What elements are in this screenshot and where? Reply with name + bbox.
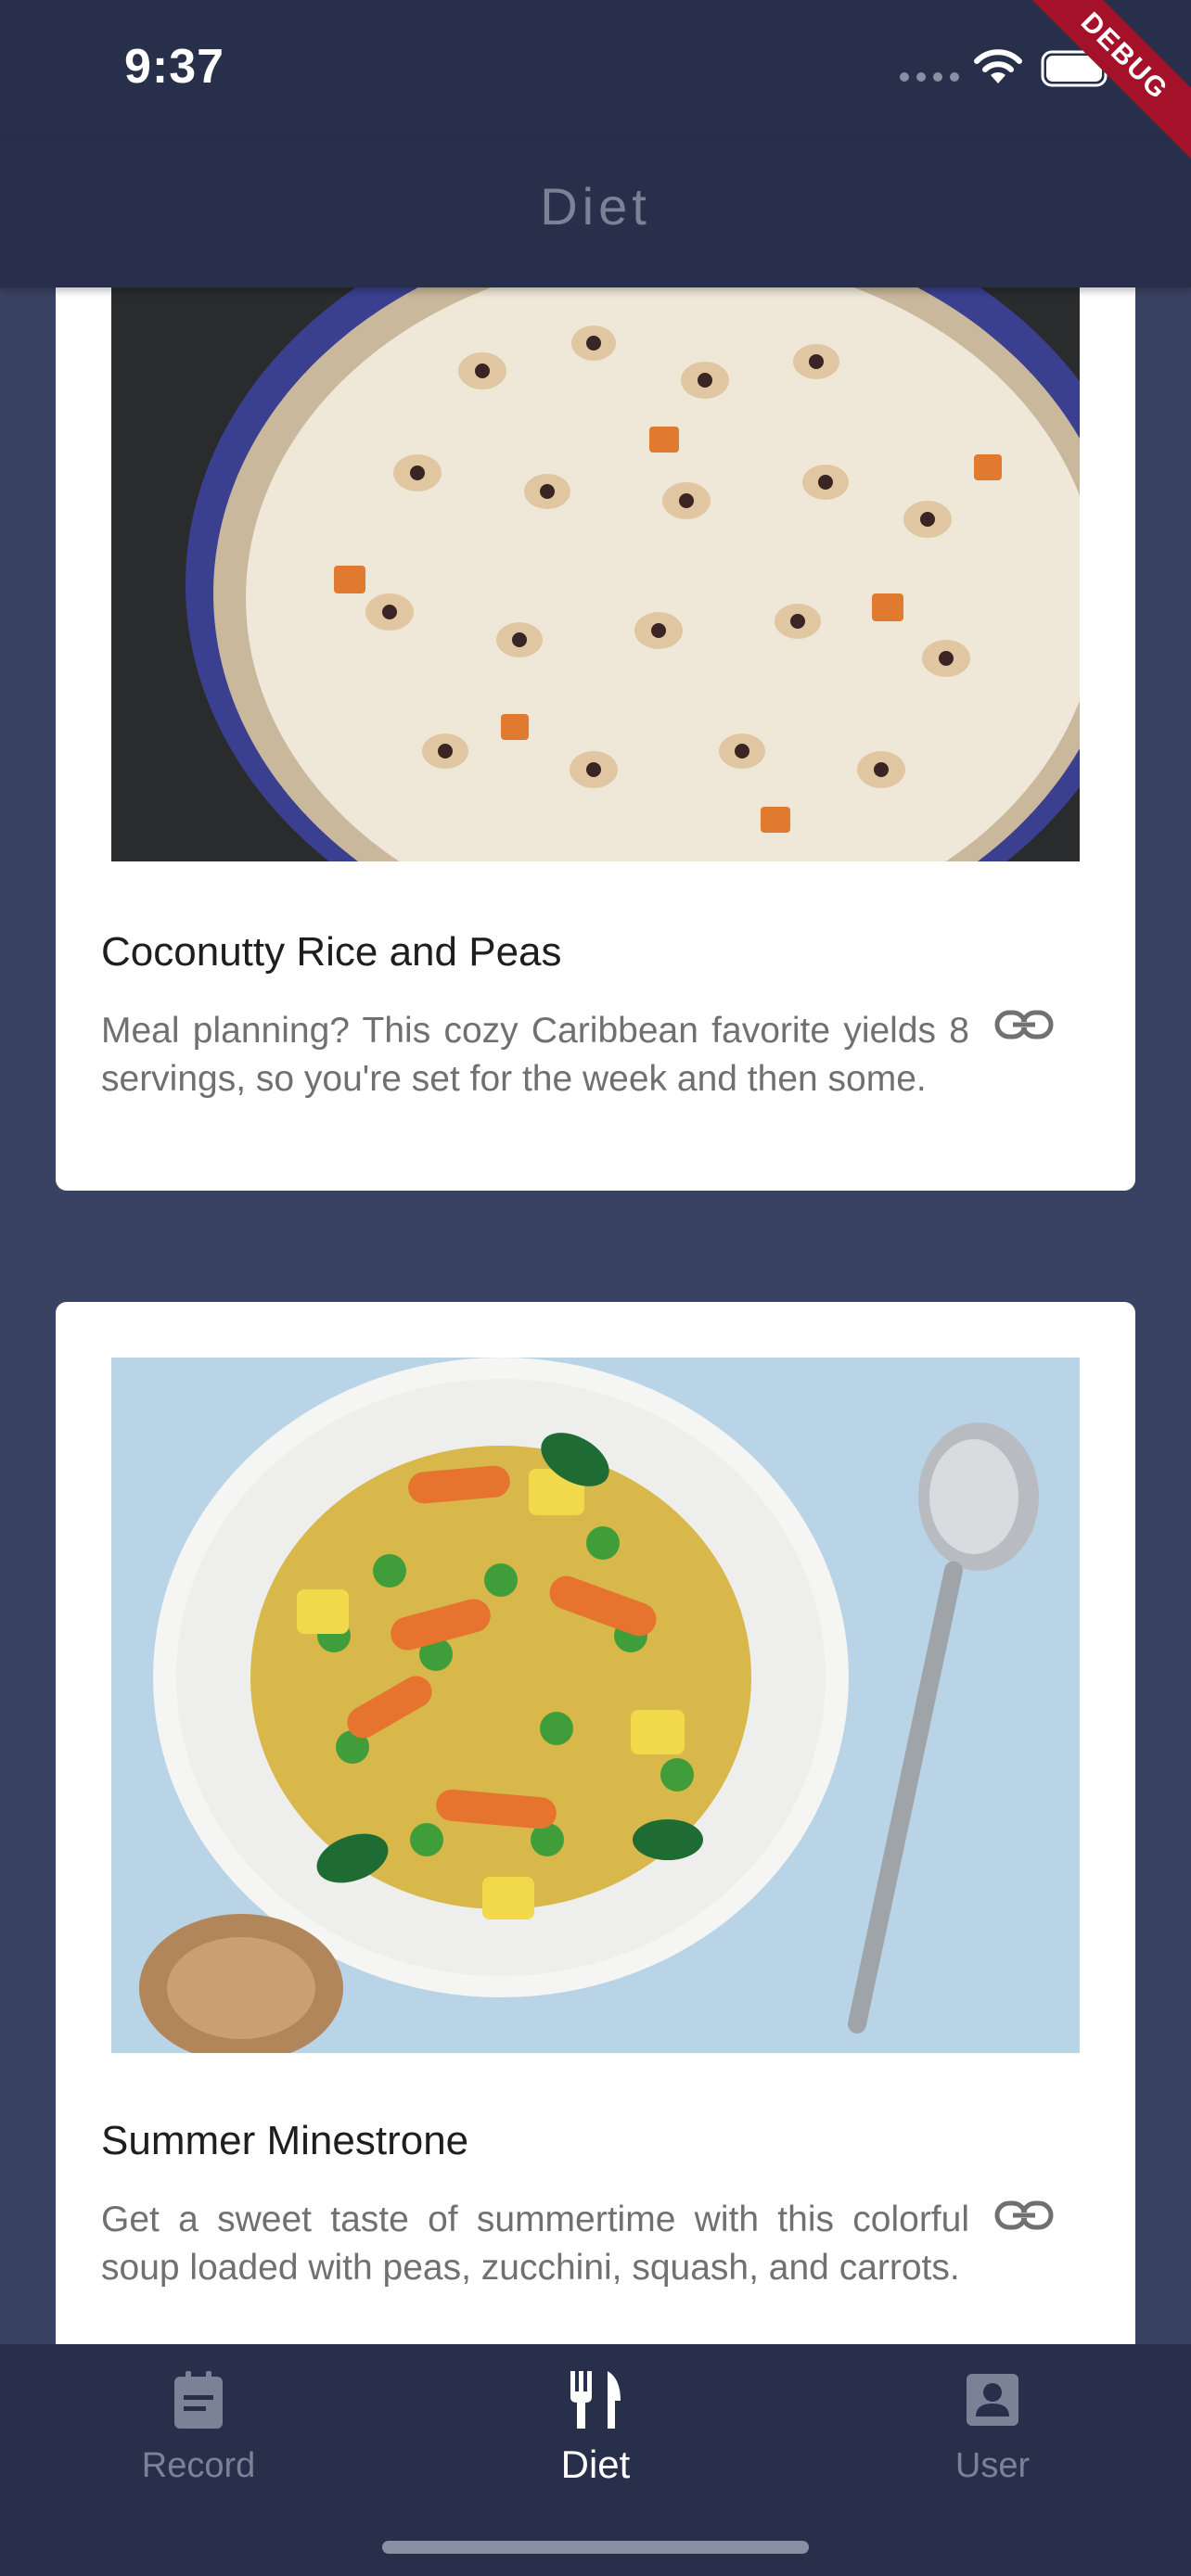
status-time: 9:37 [124, 40, 225, 94]
nav-label-diet: Diet [560, 2442, 631, 2486]
nav-item-user[interactable]: User [853, 2363, 1132, 2486]
page-title: Diet [540, 177, 651, 236]
recipe-title: Coconutty Rice and Peas [101, 929, 562, 975]
wifi-icon [974, 49, 1022, 83]
nav-label-record: Record [141, 2446, 256, 2485]
status-bar: 9:37 [0, 0, 1191, 139]
app-header: Diet [0, 139, 1191, 287]
recipe-card[interactable]: Coconutty Rice and Peas Meal planning? T… [56, 213, 1135, 1191]
nav-item-diet[interactable]: Diet [456, 2363, 735, 2487]
nav-label-user: User [954, 2446, 1031, 2485]
recipe-card[interactable]: Summer Minestrone Get a sweet taste of s… [56, 1302, 1135, 2452]
link-icon[interactable] [994, 1007, 1054, 1044]
recipe-description: Meal planning? This cozy Caribbean favor… [101, 1011, 969, 1099]
recipe-title: Summer Minestrone [101, 2118, 469, 2163]
minestrone-image [111, 1358, 1080, 2053]
clipboard-icon [174, 2371, 223, 2429]
cellular-signal-icon [900, 72, 959, 82]
rice-and-peas-image [111, 287, 1080, 861]
link-icon[interactable] [994, 2198, 1054, 2235]
recipe-description: Get a sweet taste of summertime with thi… [101, 2200, 969, 2288]
fork-knife-icon [570, 2371, 621, 2429]
person-icon [967, 2374, 1018, 2426]
nav-item-record[interactable]: Record [59, 2363, 338, 2486]
home-indicator[interactable] [382, 2541, 809, 2554]
